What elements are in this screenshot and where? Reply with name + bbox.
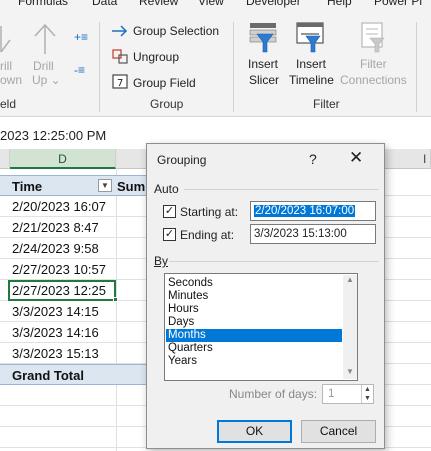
grand-total-cell[interactable]: Grand Total [0,364,146,385]
time-cell[interactable]: 2/27/2023 10:57 [0,259,106,280]
insert-timeline-label-2[interactable]: Timeline [289,73,334,87]
auto-divider [184,189,379,190]
dialog-title: Grouping [157,153,207,167]
grouping-dialog: Grouping ? ✕ Auto ✓ Starting at: 2/20/20… [146,143,385,449]
filter-group-label: Filter [313,97,340,111]
filter-dropdown-icon[interactable]: ▼ [98,179,112,192]
ribbon-separator [99,22,100,112]
timeline-icon [296,22,324,53]
filter-connections-label-2: Connections [340,73,407,87]
tab-data[interactable]: Data [92,0,117,8]
group-selection-button[interactable]: Group Selection [133,24,219,38]
collapse-field-icon[interactable]: -≡ [74,63,85,77]
ending-at-input[interactable]: 3/3/2023 15:13:00 [250,224,376,244]
ungroup-button[interactable]: Ungroup [133,50,179,64]
ok-button[interactable]: OK [217,420,292,443]
group-field-icon: 7 [112,74,128,89]
ending-at-checkbox[interactable]: ✓ [163,228,176,241]
time-cell[interactable]: 3/3/2023 14:15 [0,301,99,322]
formula-bar-value[interactable]: 2023 12:25:00 PM [0,128,106,143]
drill-down-icon [0,26,11,53]
scroll-down-icon[interactable]: ▼ [346,367,354,376]
spin-down-icon: ▼ [361,394,373,403]
tab-view[interactable]: View [198,0,224,8]
list-item[interactable]: Hours [166,303,342,316]
starting-at-checkbox[interactable]: ✓ [163,205,176,218]
number-of-days-label: Number of days: [229,387,318,401]
tab-developer[interactable]: Developer [246,0,301,8]
time-cell[interactable]: 2/24/2023 9:58 [0,238,99,259]
drill-down-label-top: rill [0,59,12,73]
selected-time-cell[interactable]: 2/27/2023 12:25 [8,280,116,301]
spin-up-icon: ▲ [361,385,373,394]
starting-at-input[interactable]: 2/20/2023 16:07:00 [250,201,376,221]
tab-formulas[interactable]: Formulas [18,0,68,8]
tab-review[interactable]: Review [139,0,178,8]
ribbon-separator [233,22,234,112]
auto-section-label: Auto [154,182,179,196]
group-selection-icon [112,25,128,37]
filter-connections-label-1: Filter [360,57,387,71]
ending-at-label: Ending at: [180,228,235,242]
insert-slicer-label-2[interactable]: Slicer [249,73,279,87]
drill-up-label: Drill [33,59,54,73]
drill-up-label-2: Up ⌄ [32,73,61,87]
by-listbox[interactable]: Seconds Minutes Hours Days Months Quarte… [164,273,358,381]
time-cell[interactable]: 2/20/2023 16:07 [0,196,106,217]
list-item[interactable]: Seconds [166,277,342,290]
ungroup-icon [112,49,128,64]
ribbon-separator [416,22,417,112]
by-section-label: By [154,254,169,268]
slicer-icon [249,23,277,53]
listbox-scrollbar[interactable]: ▲ ▼ [343,275,357,379]
starting-at-label: Starting at: [180,205,239,219]
list-item-selected[interactable]: Months [166,329,342,342]
column-header-i[interactable]: I [423,152,426,166]
scroll-up-icon[interactable]: ▲ [346,275,354,284]
drill-up-icon[interactable] [30,22,60,56]
list-item[interactable]: Years [166,355,342,368]
list-item[interactable]: Minutes [166,290,342,303]
column-header-c[interactable] [0,149,10,169]
svg-text:7: 7 [117,78,123,89]
drill-down-label-bottom: own [0,73,23,87]
insert-timeline-label-1[interactable]: Insert [296,57,326,71]
tab-help[interactable]: Help [327,0,352,8]
by-divider [169,261,379,262]
time-cell[interactable]: 2/21/2023 8:47 [0,217,99,238]
column-header-d[interactable]: D [10,149,116,169]
group-field-button[interactable]: Group Field [133,76,196,90]
active-field-group-label: eld [0,97,17,111]
group-group-label: Group [150,97,184,111]
sum-header-cell[interactable]: Sum [116,175,146,196]
insert-slicer-label-1[interactable]: Insert [248,57,278,71]
number-of-days-input: 1 ▲ ▼ [322,384,374,404]
close-icon[interactable]: ✕ [349,148,363,168]
time-cell[interactable]: 3/3/2023 15:13 [0,343,99,364]
expand-field-icon[interactable]: +≡ [74,30,88,44]
cancel-button[interactable]: Cancel [301,420,376,443]
filter-connections-icon [361,22,385,53]
list-item[interactable]: Days [166,316,342,329]
list-item[interactable]: Quarters [166,342,342,355]
help-icon[interactable]: ? [309,151,317,167]
time-cell[interactable]: 3/3/2023 14:16 [0,322,99,343]
ribbon: Formulas Data Review View Developer Help… [0,0,431,117]
tab-power-pivot[interactable]: Power Pi [374,0,422,8]
